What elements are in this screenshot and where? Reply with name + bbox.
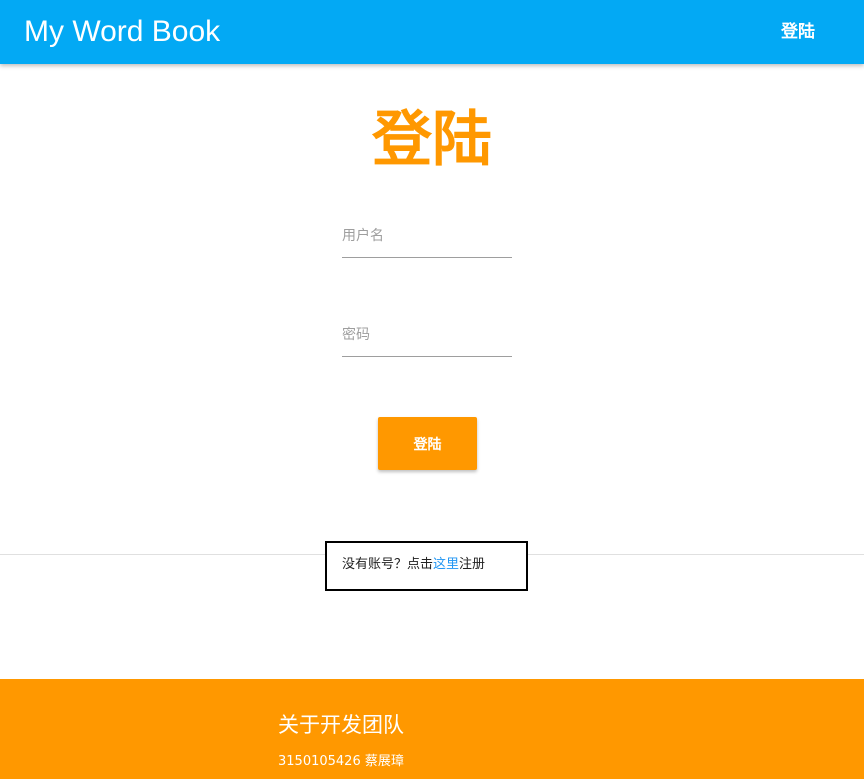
footer-title: 关于开发团队 xyxy=(278,713,404,737)
register-text: 没有账号？点击这里注册 xyxy=(342,555,485,575)
app-title: My Word Book xyxy=(24,15,221,48)
register-link[interactable]: 这里 xyxy=(433,557,459,572)
register-suffix: 注册 xyxy=(459,557,486,572)
app-bar: My Word Book 登陆 xyxy=(0,0,864,64)
username-input[interactable] xyxy=(342,224,512,248)
header-login-button[interactable]: 登陆 xyxy=(764,16,832,48)
footer-member: 3150105426 蔡展璋 xyxy=(278,754,404,769)
login-heading: 登陆 xyxy=(372,105,492,175)
register-prompt: 没有账号？点击这里注册 xyxy=(325,541,528,591)
login-submit-button[interactable]: 登陆 xyxy=(378,417,477,470)
password-field xyxy=(342,317,512,357)
register-prefix: 没有账号？点击 xyxy=(342,557,434,572)
app-root: My Word Book 登陆 登陆 登陆 没有账号？点击这里注册 关于开发团队… xyxy=(0,0,864,779)
username-field xyxy=(342,218,512,258)
footer: 关于开发团队 3150105426 蔡展璋 xyxy=(0,679,864,779)
password-input[interactable] xyxy=(342,323,512,347)
